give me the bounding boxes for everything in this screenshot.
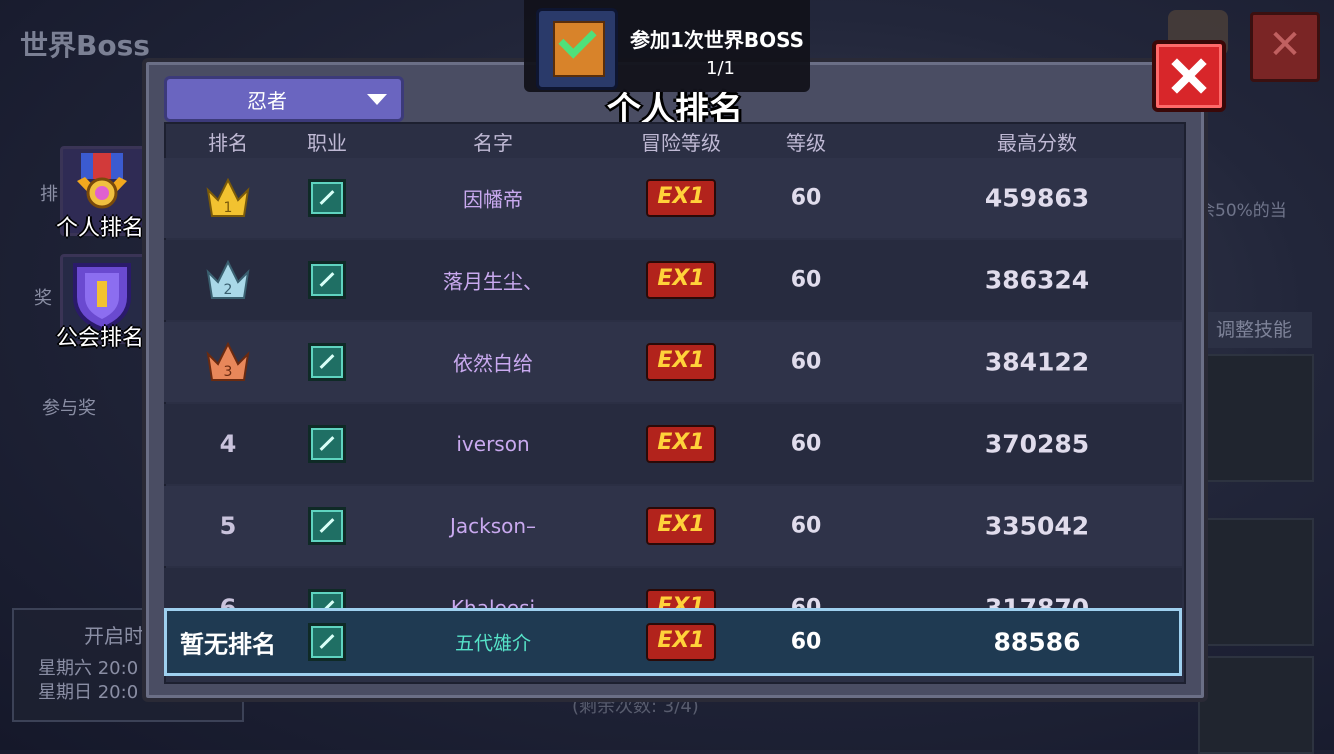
rank-number: 6 xyxy=(219,594,237,608)
close-button[interactable] xyxy=(1152,40,1226,112)
background-title: 世界Boss xyxy=(20,29,150,62)
rank-number: 4 xyxy=(219,430,237,458)
player-level: 60 xyxy=(790,595,822,609)
adventure-level-badge: EX1 xyxy=(646,425,716,463)
my-score: 88586 xyxy=(993,627,1081,657)
quest-progress: 1/1 xyxy=(706,58,735,79)
player-name[interactable]: iverson xyxy=(456,432,529,456)
my-player-name: 五代雄介 xyxy=(454,632,532,655)
quest-banner-icon xyxy=(536,8,618,90)
column-header-job: 职业 xyxy=(307,131,347,155)
player-level: 60 xyxy=(790,185,822,211)
background-adjust-skill: 调整技能 xyxy=(1196,312,1312,348)
my-rank-status: 暂无排名 xyxy=(180,630,276,659)
column-header-adventure-level: 冒险等级 xyxy=(641,131,721,155)
tab-guild-rank-label: 公会排名 xyxy=(56,326,145,351)
adventure-level-badge: EX1 xyxy=(646,261,716,299)
table-row: 1 因幡帝 EX1 60 459863 xyxy=(164,158,1182,238)
bronze-crown-icon: 3 xyxy=(206,341,250,382)
rank-number: 3 xyxy=(224,364,233,380)
background-close-button: ✕ xyxy=(1250,12,1320,82)
table-row: 2 落月生尘、 EX1 60 386324 xyxy=(164,240,1182,320)
player-score: 317870 xyxy=(984,593,1090,609)
ninja-job-icon xyxy=(308,425,346,463)
open-time-title: 开启时 xyxy=(84,624,144,648)
class-filter-value: 忍者 xyxy=(247,89,287,113)
background-right-text: 余50%的当 xyxy=(1198,201,1287,221)
table-row: 6 Khaleesi EX1 60 317870 xyxy=(164,568,1182,608)
player-level: 60 xyxy=(790,267,822,293)
background-label-reward: 奖 xyxy=(34,288,52,309)
player-level: 60 xyxy=(790,513,822,539)
player-name[interactable]: 落月生尘、 xyxy=(443,266,543,295)
player-name[interactable]: 因幡帝 xyxy=(463,184,523,213)
chevron-down-icon xyxy=(367,94,387,105)
player-name[interactable]: Khaleesi xyxy=(451,596,535,608)
rank-number: 5 xyxy=(219,512,237,540)
player-score: 370285 xyxy=(984,429,1090,459)
background-skill-card xyxy=(1198,656,1314,754)
column-header-rank: 排名 xyxy=(208,131,248,155)
player-name[interactable]: Jackson– xyxy=(450,514,536,538)
ninja-job-icon xyxy=(308,179,346,217)
rank-number: 2 xyxy=(224,282,233,298)
background-label-rank: 排 xyxy=(40,184,58,205)
player-name[interactable]: 依然白给 xyxy=(453,348,533,377)
ninja-job-icon xyxy=(308,589,346,608)
player-level: 60 xyxy=(790,349,822,375)
column-header-score: 最高分数 xyxy=(997,131,1077,155)
ranking-panel: 个人排名 忍者 排名 职业 名字 冒险等级 等级 最高分数 1 因幡帝 EX1 … xyxy=(142,58,1208,702)
table-row: 5 Jackson– EX1 60 335042 xyxy=(164,486,1182,566)
player-score: 384122 xyxy=(984,347,1090,377)
table-row: 4 iverson EX1 60 370285 xyxy=(164,404,1182,484)
column-header-level: 等级 xyxy=(786,131,826,155)
my-rank-row: 暂无排名 五代雄介 EX1 60 88586 xyxy=(164,608,1182,676)
player-score: 459863 xyxy=(984,183,1090,213)
quest-text: 参加1次世界BOSS xyxy=(630,28,805,52)
ninja-job-icon xyxy=(308,623,346,661)
background-label-participate: 参与奖 xyxy=(42,398,96,419)
quest-notification: 参加1次世界BOSS 1/1 xyxy=(524,0,810,92)
table-row: 3 依然白给 EX1 60 384122 xyxy=(164,322,1182,402)
column-header-name: 名字 xyxy=(473,131,513,155)
ninja-job-icon xyxy=(308,343,346,381)
ninja-job-icon xyxy=(308,261,346,299)
background-skill-card xyxy=(1198,518,1314,646)
class-filter-dropdown[interactable]: 忍者 xyxy=(164,76,404,122)
my-level: 60 xyxy=(790,629,822,655)
ninja-job-icon xyxy=(308,507,346,545)
player-level: 60 xyxy=(790,431,822,457)
open-time-line: 星期六 20:0 xyxy=(38,658,139,679)
player-score: 335042 xyxy=(984,511,1090,541)
adventure-level-badge: EX1 xyxy=(646,589,716,608)
background-skill-card xyxy=(1198,354,1314,482)
adventure-level-badge: EX1 xyxy=(646,179,716,217)
adventure-level-badge: EX1 xyxy=(646,343,716,381)
silver-crown-icon: 2 xyxy=(206,259,250,300)
rank-number: 1 xyxy=(224,200,233,216)
adventure-level-badge: EX1 xyxy=(646,623,716,661)
player-score: 386324 xyxy=(984,265,1090,295)
ranking-list[interactable]: 1 因幡帝 EX1 60 459863 2 落月生尘、 EX1 60 38632… xyxy=(164,158,1182,608)
tab-personal-rank-label: 个人排名 xyxy=(56,216,145,241)
adventure-level-badge: EX1 xyxy=(646,507,716,545)
open-time-line: 星期日 20:0 xyxy=(38,682,139,703)
gold-crown-icon: 1 xyxy=(206,177,250,218)
